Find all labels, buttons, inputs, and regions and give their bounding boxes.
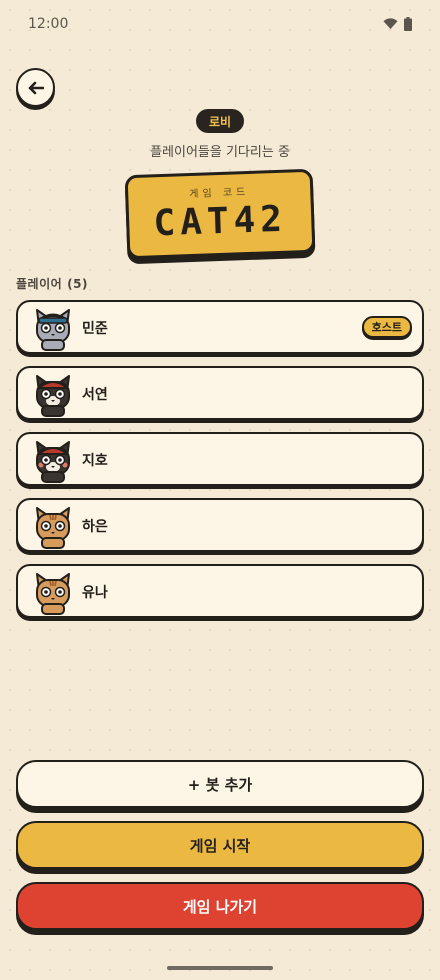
arrow-left-icon	[28, 81, 44, 94]
players-header: 플레이어 (5)	[16, 275, 88, 292]
status-time: 12:00	[28, 16, 69, 32]
home-indicator[interactable]	[167, 966, 273, 970]
player-row[interactable]: 민준 호스트	[16, 300, 424, 354]
game-code-card: 게임 코드 CAT42	[124, 168, 316, 260]
cat-avatar-icon	[36, 441, 70, 483]
cat-avatar-icon	[36, 507, 70, 549]
players-title: 플레이어	[16, 277, 63, 291]
start-game-button[interactable]: 게임 시작	[16, 821, 424, 869]
waiting-subtitle: 플레이어들을 기다리는 중	[150, 145, 290, 160]
host-badge: 호스트	[361, 316, 412, 338]
battery-icon	[404, 17, 412, 31]
add-bot-button[interactable]: + 봇 추가	[16, 760, 424, 808]
cat-avatar-icon	[36, 309, 70, 351]
player-row[interactable]: 지호	[16, 432, 424, 486]
players-count: (5)	[67, 277, 88, 291]
player-list: 민준 호스트 서연 지호 하은 유나	[16, 300, 424, 630]
player-name: 지호	[82, 453, 108, 469]
leave-game-button[interactable]: 게임 나가기	[16, 882, 424, 930]
player-name: 하은	[82, 519, 108, 535]
player-name: 유나	[82, 585, 108, 601]
wifi-icon	[383, 18, 398, 29]
cat-avatar-icon	[36, 375, 70, 417]
cat-avatar-icon	[36, 573, 70, 615]
player-row[interactable]: 하은	[16, 498, 424, 552]
lobby-badge: 로비	[196, 109, 244, 133]
status-icons	[383, 17, 412, 31]
player-row[interactable]: 서연	[16, 366, 424, 420]
status-bar: 12:00	[0, 0, 440, 50]
player-name: 민준	[82, 321, 108, 337]
back-button[interactable]	[16, 68, 55, 107]
player-name: 서연	[82, 387, 108, 403]
player-row[interactable]: 유나	[16, 564, 424, 618]
game-code-value: CAT42	[152, 198, 288, 245]
